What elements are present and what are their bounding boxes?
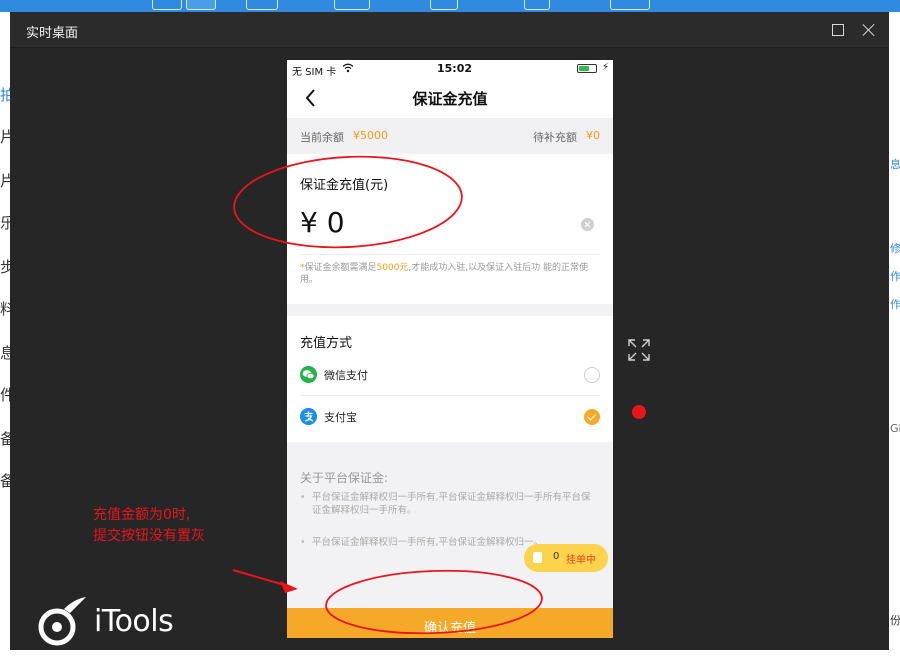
annotation-arrow xyxy=(232,569,289,587)
annotation-arrowhead xyxy=(280,581,298,593)
annotation-ellipse-amount xyxy=(233,155,463,249)
annotation-ellipse-button xyxy=(325,569,543,635)
annotation-overlay xyxy=(232,155,543,635)
